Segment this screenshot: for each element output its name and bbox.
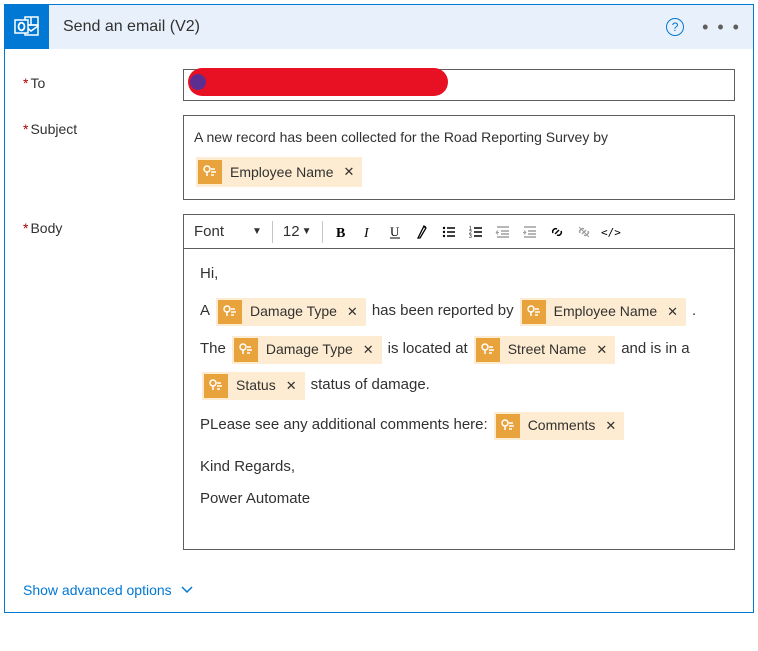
email-action-card: Send an email (V2) ? • • • *To *Subject … (4, 4, 754, 613)
body-label: *Body (23, 214, 183, 236)
card-body: *To *Subject A new record has been colle… (5, 49, 753, 574)
outdent-button[interactable] (491, 219, 515, 245)
chevron-down-icon: ▼ (252, 226, 262, 237)
redacted-recipient (188, 68, 448, 96)
subject-text: A new record has been collected for the … (194, 124, 608, 151)
token-damage-type[interactable]: Damage Type ✕ (216, 298, 366, 326)
font-select[interactable]: Font▼ (190, 219, 266, 245)
subject-label: *Subject (23, 115, 183, 137)
survey123-icon (218, 300, 242, 324)
bold-button[interactable]: B (329, 219, 353, 245)
body-signoff: Kind Regards, (200, 456, 718, 479)
body-editor: Font▼ 12▼ B I U 123 (183, 214, 735, 550)
svg-text:U: U (390, 224, 400, 239)
svg-text:3: 3 (469, 234, 472, 240)
token-status[interactable]: Status ✕ (202, 372, 305, 400)
token-employee-name[interactable]: Employee Name ✕ (196, 157, 362, 188)
body-input[interactable]: Hi, A Damage Type ✕ has been reported by (184, 249, 734, 549)
token-remove-icon[interactable]: ✕ (363, 340, 374, 360)
subject-input[interactable]: A new record has been collected for the … (183, 115, 735, 200)
font-size-select[interactable]: 12▼ (279, 219, 316, 245)
token-comments[interactable]: Comments ✕ (494, 412, 625, 440)
token-remove-icon[interactable]: ✕ (596, 340, 607, 360)
token-employee-name[interactable]: Employee Name ✕ (520, 298, 686, 326)
survey123-icon (522, 300, 546, 324)
editor-toolbar: Font▼ 12▼ B I U 123 (184, 215, 734, 249)
chevron-down-icon: ▼ (302, 226, 312, 237)
body-signature: Power Automate (200, 488, 718, 511)
show-advanced-options-link[interactable]: Show advanced options (5, 574, 212, 612)
survey123-icon (234, 338, 258, 362)
to-row: *To (23, 69, 735, 101)
token-remove-icon[interactable]: ✕ (286, 376, 297, 396)
bullet-list-button[interactable] (437, 219, 461, 245)
svg-text:I: I (363, 226, 370, 240)
text-color-button[interactable] (410, 219, 434, 245)
link-button[interactable] (545, 219, 569, 245)
outlook-icon (5, 5, 49, 49)
svg-text:B: B (336, 226, 345, 240)
token-street-name[interactable]: Street Name ✕ (474, 336, 616, 364)
survey123-icon (496, 414, 520, 438)
token-remove-icon[interactable]: ✕ (347, 302, 358, 322)
card-header: Send an email (V2) ? • • • (5, 5, 753, 49)
code-view-button[interactable]: </> (599, 219, 623, 245)
svg-text:</>: </> (601, 226, 621, 239)
number-list-button[interactable]: 123 (464, 219, 488, 245)
to-input[interactable] (183, 69, 735, 101)
chevron-down-icon (180, 583, 194, 597)
subject-row: *Subject A new record has been collected… (23, 115, 735, 200)
token-damage-type[interactable]: Damage Type ✕ (232, 336, 382, 364)
unlink-button[interactable] (572, 219, 596, 245)
italic-button[interactable]: I (356, 219, 380, 245)
token-remove-icon[interactable]: ✕ (667, 302, 678, 322)
more-actions-button[interactable]: • • • (702, 17, 741, 38)
indent-button[interactable] (518, 219, 542, 245)
to-label: *To (23, 69, 183, 91)
survey123-icon (204, 374, 228, 398)
body-row: *Body Font▼ 12▼ B I U (23, 214, 735, 550)
card-title: Send an email (V2) (63, 18, 666, 36)
body-greeting: Hi, (200, 263, 718, 286)
help-icon[interactable]: ? (666, 18, 684, 36)
survey123-icon (198, 160, 222, 184)
token-remove-icon[interactable]: ✕ (344, 160, 355, 185)
survey123-icon (476, 338, 500, 362)
token-remove-icon[interactable]: ✕ (605, 416, 616, 436)
underline-button[interactable]: U (383, 219, 407, 245)
